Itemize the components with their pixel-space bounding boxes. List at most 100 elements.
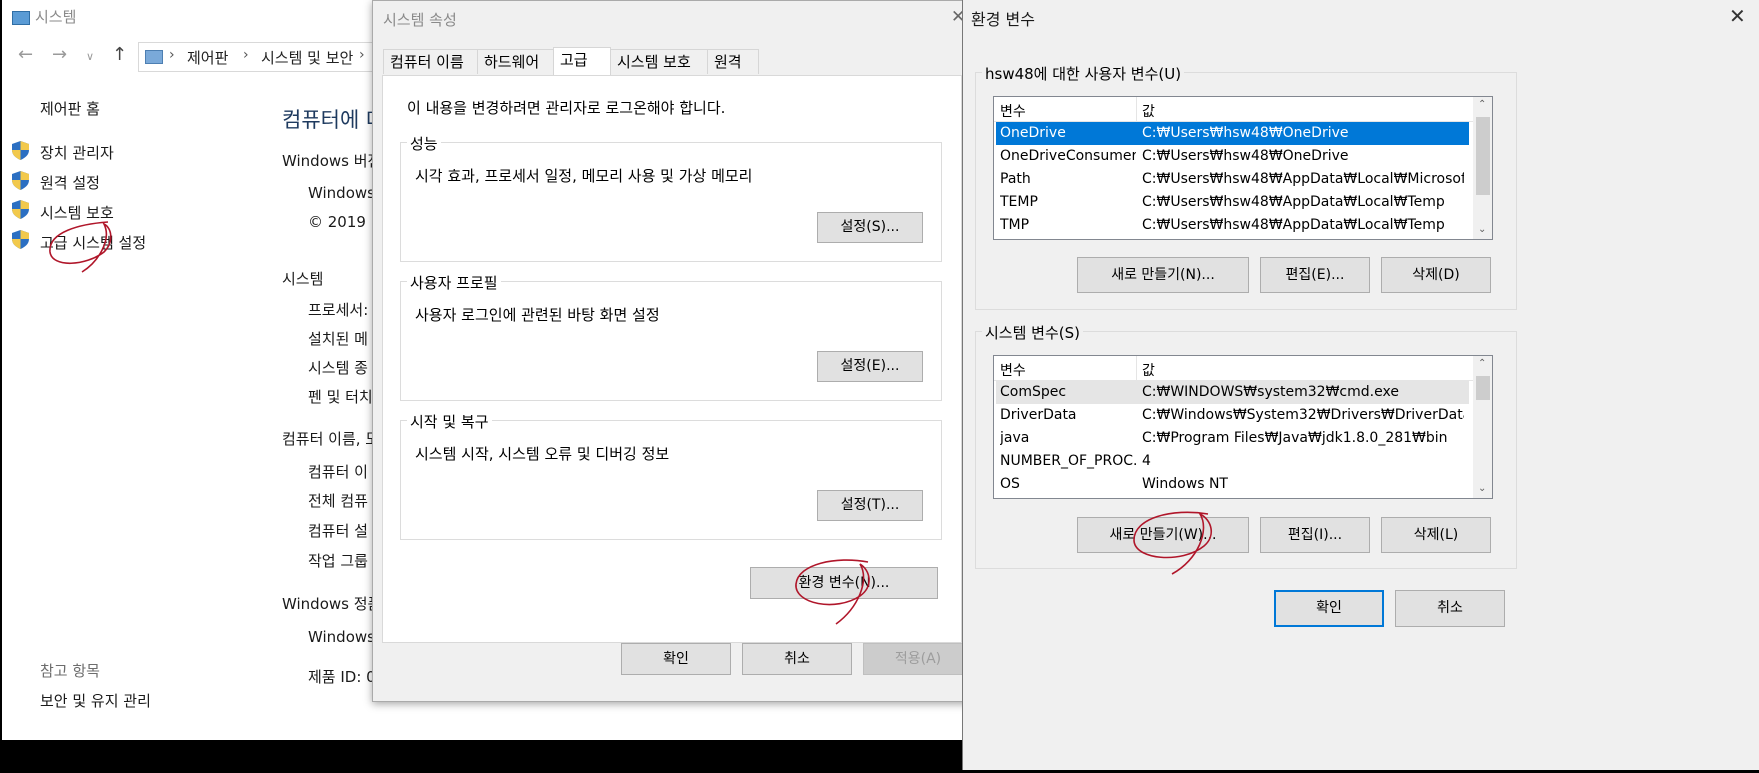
user-profiles-group: 사용자 프로필 사용자 로그인에 관련된 바탕 화면 설정 설정(E)...: [400, 272, 942, 401]
group-label: 사용자 프로필: [407, 272, 501, 293]
tab-hardware[interactable]: 하드웨어: [477, 49, 554, 74]
list-header: 변수 값: [994, 97, 1492, 122]
tab-advanced[interactable]: 고급: [553, 47, 611, 76]
user-profiles-settings-button[interactable]: 설정(E)...: [817, 351, 923, 382]
computer-icon: [12, 10, 30, 25]
close-icon[interactable]: ✕: [1729, 4, 1746, 28]
table-row[interactable]: TEMP C:₩Users₩hsw48₩AppData₩Local₩Temp: [996, 191, 1469, 214]
back-button[interactable]: ←: [18, 44, 33, 65]
info-text: 전체 컴퓨: [308, 492, 368, 510]
scrollbar-thumb[interactable]: [1476, 117, 1490, 195]
info-text: 컴퓨터 설: [308, 522, 368, 540]
group-description: 시스템 시작, 시스템 오류 및 디버깅 정보: [415, 445, 670, 463]
performance-group: 성능 시각 효과, 프로세서 일정, 메모리 사용 및 가상 메모리 설정(S)…: [400, 133, 942, 262]
ok-button[interactable]: 확인: [621, 643, 731, 675]
environment-variables-dialog: 환경 변수 ✕ hsw48에 대한 사용자 변수(U) 변수 값 OneDriv…: [962, 0, 1759, 770]
user-variables-list[interactable]: 변수 값 OneDrive C:₩Users₩hsw48₩OneDrive One…: [993, 96, 1493, 240]
column-header-value[interactable]: 값: [1142, 101, 1155, 121]
group-description: 시각 효과, 프로세서 일정, 메모리 사용 및 가상 메모리: [415, 167, 753, 185]
tab-system-protection[interactable]: 시스템 보호: [610, 49, 708, 74]
column-header-variable[interactable]: 변수: [1000, 360, 1026, 380]
user-variables-group: hsw48에 대한 사용자 변수(U) 변수 값 OneDrive C:₩User…: [975, 63, 1517, 310]
system-delete-button[interactable]: 삭제(L): [1381, 517, 1491, 553]
startup-recovery-settings-button[interactable]: 설정(T)...: [817, 490, 923, 521]
breadcrumb-control-panel[interactable]: 제어판: [187, 47, 228, 68]
vertical-scrollbar[interactable]: ⌃ ⌄: [1473, 356, 1492, 498]
table-row[interactable]: OneDriveConsumer C:₩Users₩hsw48₩OneDrive: [996, 145, 1469, 168]
info-text: 작업 그룹: [308, 552, 368, 570]
windows-edition-heading: Windows 버전: [282, 152, 382, 170]
info-text: Windows: [308, 184, 375, 202]
advanced-system-settings-link[interactable]: 고급 시스템 설정: [40, 232, 146, 253]
up-button[interactable]: ↑: [112, 44, 127, 65]
scroll-down-icon[interactable]: ⌄: [1478, 483, 1486, 494]
table-row[interactable]: NUMBER_OF_PROC... 4: [996, 450, 1469, 473]
remote-settings-link[interactable]: 원격 설정: [40, 172, 100, 193]
info-text: 펜 및 터치: [308, 388, 373, 406]
recent-dropdown-button[interactable]: ∨: [86, 50, 94, 63]
table-row[interactable]: TMP C:₩Users₩hsw48₩AppData₩Local₩Temp: [996, 214, 1469, 237]
tab-remote[interactable]: 원격: [707, 49, 759, 74]
info-text: 프로세서:: [308, 301, 369, 319]
user-new-button[interactable]: 새로 만들기(N)...: [1077, 257, 1249, 293]
startup-recovery-group: 시작 및 복구 시스템 시작, 시스템 오류 및 디버깅 정보 설정(T)...: [400, 411, 942, 540]
system-window-title: 시스템: [12, 6, 76, 27]
system-section-heading: 시스템: [282, 270, 324, 288]
taskbar-strip: [0, 740, 970, 773]
breadcrumb-separator: ›: [243, 47, 249, 63]
column-header-value[interactable]: 값: [1142, 360, 1155, 380]
security-maintenance-link[interactable]: 보안 및 유지 관리: [40, 690, 151, 711]
info-text: 제품 ID: 0: [308, 668, 376, 686]
activation-heading: Windows 정품: [282, 595, 382, 613]
list-header: 변수 값: [994, 356, 1492, 381]
group-label: 시스템 변수(S): [982, 322, 1083, 343]
forward-button[interactable]: →: [52, 44, 67, 65]
system-protection-link[interactable]: 시스템 보호: [40, 202, 114, 223]
control-panel-home-link[interactable]: 제어판 홈: [40, 98, 100, 119]
scrollbar-thumb[interactable]: [1476, 376, 1490, 400]
table-row[interactable]: ComSpec C:₩WINDOWS₩system32₩cmd.exe: [996, 381, 1469, 404]
computer-name-heading: 컴퓨터 이름, 도: [282, 430, 380, 448]
computer-icon: [145, 50, 163, 64]
user-edit-button[interactable]: 편집(E)...: [1260, 257, 1370, 293]
see-also-heading: 참고 항목: [40, 662, 100, 680]
system-new-button[interactable]: 새로 만들기(W)...: [1077, 517, 1249, 553]
ok-button[interactable]: 확인: [1274, 590, 1384, 627]
user-delete-button[interactable]: 삭제(D): [1381, 257, 1491, 293]
shield-icon: [12, 230, 29, 249]
shield-icon: [12, 171, 29, 190]
dialog-title: 시스템 속성: [383, 11, 457, 29]
scroll-down-icon[interactable]: ⌄: [1478, 224, 1486, 235]
group-label: hsw48에 대한 사용자 변수(U): [982, 63, 1185, 84]
scroll-up-icon[interactable]: ⌃: [1478, 99, 1486, 110]
breadcrumb-system-security[interactable]: 시스템 및 보안: [261, 47, 353, 68]
system-variables-group: 시스템 변수(S) 변수 값 ComSpec C:₩WINDOWS₩system3…: [975, 322, 1517, 569]
system-edit-button[interactable]: 편집(I)...: [1260, 517, 1370, 553]
group-label: 성능: [407, 133, 441, 154]
apply-button[interactable]: 적용(A): [863, 643, 973, 675]
table-row[interactable]: Path C:₩Users₩hsw48₩AppData₩Local₩Microso…: [996, 168, 1469, 191]
environment-variables-button[interactable]: 환경 변수(N)...: [750, 567, 938, 599]
admin-notice: 이 내용을 변경하려면 관리자로 로그온해야 합니다.: [407, 99, 726, 117]
table-row[interactable]: OS Windows NT: [996, 473, 1469, 496]
shield-icon: [12, 141, 29, 160]
info-text: 시스템 종: [308, 359, 368, 377]
cancel-button[interactable]: 취소: [742, 643, 852, 675]
system-variables-list[interactable]: 변수 값 ComSpec C:₩WINDOWS₩system32₩cmd.exe …: [993, 355, 1493, 499]
tab-computer-name[interactable]: 컴퓨터 이름: [383, 49, 478, 74]
group-label: 시작 및 복구: [407, 411, 492, 432]
group-description: 사용자 로그인에 관련된 바탕 화면 설정: [415, 306, 660, 324]
cancel-button[interactable]: 취소: [1395, 590, 1505, 627]
breadcrumb-separator: ›: [359, 47, 365, 63]
vertical-scrollbar[interactable]: ⌃ ⌄: [1473, 97, 1492, 239]
performance-settings-button[interactable]: 설정(S)...: [817, 212, 923, 243]
table-row[interactable]: DriverData C:₩Windows₩System32₩Drivers₩Dr…: [996, 404, 1469, 427]
column-header-variable[interactable]: 변수: [1000, 101, 1026, 121]
dialog-title: 환경 변수: [971, 10, 1035, 29]
table-row[interactable]: java C:₩Program Files₩Java₩jdk1.8.0_281₩b…: [996, 427, 1469, 450]
shield-icon: [12, 200, 29, 219]
device-manager-link[interactable]: 장치 관리자: [40, 142, 114, 163]
scroll-up-icon[interactable]: ⌃: [1478, 358, 1486, 369]
table-row[interactable]: OneDrive C:₩Users₩hsw48₩OneDrive: [996, 122, 1469, 145]
info-text: 설치된 메: [308, 330, 368, 348]
